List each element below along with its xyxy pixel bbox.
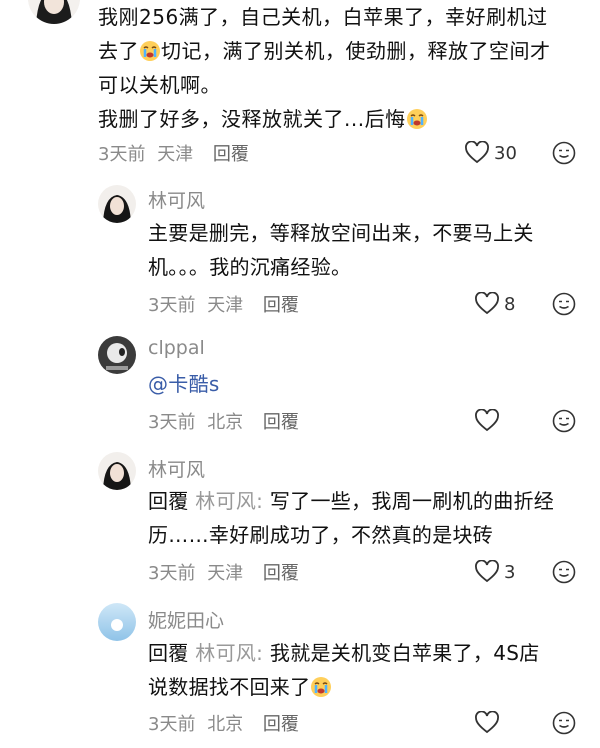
like-button[interactable]: [474, 710, 500, 736]
reply-meta: 3天前 北京 回覆: [148, 710, 299, 736]
reply-button[interactable]: 回覆: [213, 144, 249, 165]
like-count: 30: [494, 142, 517, 164]
reply-location: 北京: [207, 714, 244, 735]
avatar-image: [98, 603, 136, 641]
reply-location: 北京: [207, 412, 244, 433]
reply-button[interactable]: 回覆: [263, 714, 299, 735]
reply-time: 3天前: [148, 714, 196, 735]
quoted-author[interactable]: 林可风:: [195, 489, 263, 513]
commenter-avatar[interactable]: [28, 0, 80, 24]
comment-time: 3天前: [98, 144, 146, 165]
reply-text: 回覆 林可风: 我就是关机变白苹果了，4S店 说数据找不回来了: [148, 636, 588, 704]
reply-avatar[interactable]: [98, 336, 136, 374]
reply-prefix: 回覆: [148, 641, 189, 665]
reply-line: 机。。。我的沉痛经验。: [148, 255, 352, 279]
avatar-image: [98, 336, 136, 374]
quoted-author[interactable]: 林可风:: [195, 641, 263, 665]
emoji-sticker-icon: [552, 711, 576, 735]
reply-meta: 3天前 天津 回覆: [148, 559, 299, 585]
sticker-button[interactable]: [552, 292, 576, 320]
avatar-image: [28, 0, 80, 24]
crying-emoji-icon: [139, 38, 161, 61]
avatar-image: [98, 185, 136, 223]
reply-time: 3天前: [148, 295, 196, 316]
crying-emoji-icon: [310, 674, 332, 697]
comment-meta: 3天前 天津 回覆: [98, 140, 249, 166]
reply-author[interactable]: 妮妮田心: [148, 606, 224, 633]
avatar-image: [98, 452, 136, 490]
sticker-button[interactable]: [552, 409, 576, 437]
reply-meta: 3天前 天津 回覆: [148, 291, 299, 317]
comment-line: 去了 切记，满了别关机，使劲删，释放了空间才: [98, 38, 551, 63]
emoji-sticker-icon: [552, 409, 576, 433]
reply-line: 回覆 林可风: 写了一些，我周一刷机的曲折经: [148, 489, 555, 513]
like-count: 3: [504, 561, 516, 583]
reply-time: 3天前: [148, 412, 196, 433]
reply-line: 说数据找不回来了: [148, 670, 588, 704]
reply-avatar[interactable]: [98, 185, 136, 223]
reply-location: 天津: [207, 295, 244, 316]
like-button[interactable]: [474, 408, 500, 434]
reply-button[interactable]: 回覆: [263, 412, 299, 433]
sticker-button[interactable]: [552, 141, 576, 169]
like-button[interactable]: 30: [464, 140, 517, 166]
reply-location: 天津: [207, 563, 244, 584]
reply-avatar[interactable]: [98, 603, 136, 641]
reply-text: @卡酷s: [148, 367, 220, 401]
reply-line: 主要是删完，等释放空间出来，不要马上关: [148, 221, 534, 245]
comment-line: 我删了好多，没释放就关了...后悔: [98, 102, 588, 136]
heart-icon: [475, 711, 499, 734]
reply-button[interactable]: 回覆: [263, 563, 299, 584]
like-count: 8: [504, 293, 516, 315]
reply-meta: 3天前 北京 回覆: [148, 408, 299, 434]
crying-emoji-icon: [406, 106, 428, 129]
like-button[interactable]: 3: [474, 559, 515, 585]
reply-text: 主要是删完，等释放空间出来，不要马上关 机。。。我的沉痛经验。: [148, 216, 578, 284]
reply-text: 回覆 林可风: 写了一些，我周一刷机的曲折经 历……幸好刷成功了，不然真的是块砖: [148, 484, 588, 552]
emoji-sticker-icon: [552, 141, 576, 165]
reply-author[interactable]: 林可风: [148, 186, 205, 213]
reply-line: 回覆 林可风: 我就是关机变白苹果了，4S店: [148, 641, 540, 665]
reply-author[interactable]: 林可风: [148, 455, 205, 482]
heart-icon: [465, 141, 489, 164]
comment-line: 可以关机啊。: [98, 73, 221, 97]
heart-icon: [475, 560, 499, 583]
reply-prefix: 回覆: [148, 489, 189, 513]
comment-location: 天津: [157, 144, 194, 165]
emoji-sticker-icon: [552, 292, 576, 316]
mention-link[interactable]: @卡酷s: [148, 372, 220, 396]
reply-line: 历……幸好刷成功了，不然真的是块砖: [148, 523, 494, 547]
like-button[interactable]: 8: [474, 291, 515, 317]
sticker-button[interactable]: [552, 711, 576, 739]
reply-time: 3天前: [148, 563, 196, 584]
reply-avatar[interactable]: [98, 452, 136, 490]
heart-icon: [475, 409, 499, 432]
emoji-sticker-icon: [552, 560, 576, 584]
heart-icon: [475, 292, 499, 315]
reply-author[interactable]: clppal: [148, 337, 205, 359]
sticker-button[interactable]: [552, 560, 576, 588]
reply-button[interactable]: 回覆: [263, 295, 299, 316]
comment-line: 我刚256满了，自己关机，白苹果了，幸好刷机过: [98, 5, 548, 29]
top-comment-text: 我刚256满了，自己关机，白苹果了，幸好刷机过 去了 切记，满了别关机，使劲删，…: [98, 0, 588, 136]
